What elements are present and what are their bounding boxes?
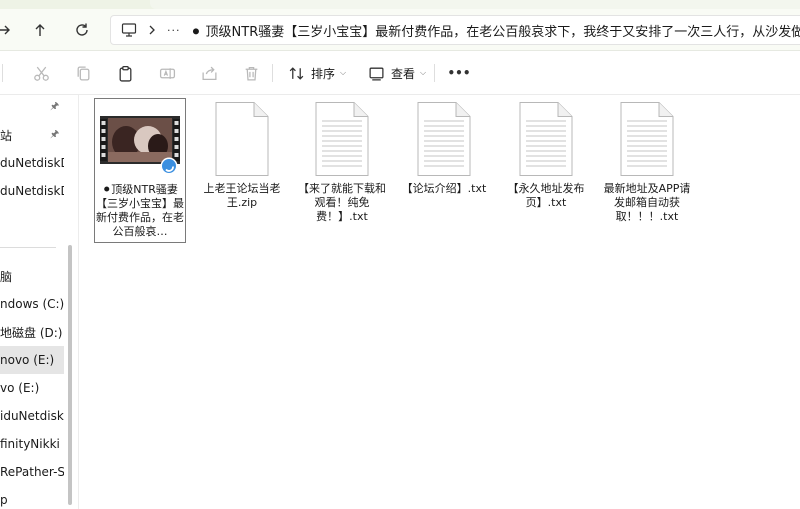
pin-icon: 🖈: [50, 128, 60, 140]
file-item-txt-latest[interactable]: 最新地址及APP请发邮箱自动获取！！！.txt: [601, 98, 693, 243]
sidebar-item-baidunetdisk-3[interactable]: iduNetdiskD: [0, 402, 64, 430]
sidebar-item-label: ndows (C:): [0, 297, 64, 311]
chevron-down-icon: ⌵: [340, 68, 347, 77]
sidebar-item-label: 地磁盘 (D:): [0, 325, 63, 340]
rename-button[interactable]: [156, 61, 178, 85]
pin-icon: 🖈: [50, 100, 60, 112]
copy-icon: [77, 65, 89, 81]
toolbar-divider: [2, 64, 3, 82]
delete-button[interactable]: [240, 61, 262, 85]
arrow-right-icon: [0, 25, 10, 35]
sidebar-item-drive-d[interactable]: 地磁盘 (D:): [0, 318, 64, 346]
file-name: 【来了就能下载和观看！纯免费！】.txt: [298, 182, 386, 223]
text-file-icon: [607, 98, 687, 180]
sidebar-item-site[interactable]: 站 🖈: [0, 121, 64, 149]
text-file-icon: [404, 98, 484, 180]
sidebar-item-label: duNetdiskDo: [0, 156, 64, 170]
sidebar-item-baidunetdisk-2[interactable]: duNetdiskDo: [0, 177, 64, 205]
file-name: 【论坛介绍】.txt: [401, 182, 487, 195]
sidebar-item-label: vo (E:): [0, 381, 40, 395]
sidebar-item-this-pc[interactable]: 脑: [0, 262, 64, 290]
sidebar-item-repather-sky[interactable]: RePather-Sky: [0, 458, 64, 486]
file-item-txt-download[interactable]: 【来了就能下载和观看！纯免费！】.txt: [296, 98, 388, 243]
sidebar-item-quick-access[interactable]: 🖈: [0, 93, 64, 121]
sort-icon: [289, 66, 304, 80]
sidebar-item-label: novo (E:): [0, 353, 55, 367]
file-name: 【永久地址发布页】.txt: [507, 182, 585, 209]
sidebar-item-label: iduNetdiskD: [0, 409, 64, 423]
chevron-right-icon[interactable]: [147, 24, 157, 36]
scissors-icon: [33, 66, 49, 81]
sidebar-scrollbar[interactable]: [68, 245, 72, 505]
file-name: 上老王论坛当老王.zip: [203, 182, 281, 209]
up-button[interactable]: [26, 18, 54, 42]
file-list[interactable]: ⚫顶级NTR骚妻【三岁小宝宝】最新付费作品，在老公百般哀… 上老王论坛当老王.z…: [80, 95, 800, 509]
sidebar-item-label: p: [0, 493, 8, 507]
sidebar-item-drive-c[interactable]: ndows (C:): [0, 290, 64, 318]
sidebar-item-label: duNetdiskDo: [0, 184, 64, 198]
forward-button[interactable]: [0, 18, 18, 42]
file-item-txt-intro[interactable]: 【论坛介绍】.txt: [398, 98, 490, 243]
file-name: ⚫顶级NTR骚妻【三岁小宝宝】最新付费作品，在老公百般哀…: [96, 183, 184, 238]
video-thumbnail: [100, 99, 180, 181]
view-icon: [369, 67, 384, 81]
cut-button[interactable]: [30, 61, 52, 85]
file-item-video[interactable]: ⚫顶级NTR骚妻【三岁小宝宝】最新付费作品，在老公百般哀…: [94, 98, 186, 243]
current-path[interactable]: ⚫ 顶级NTR骚妻【三岁小宝宝】最新付费作品，在老公百般哀求下，我终于又安排了一…: [191, 21, 800, 40]
paste-button[interactable]: [114, 61, 136, 85]
clipboard-icon: [119, 65, 131, 82]
sidebar-item-label: finityNikki La: [0, 437, 64, 451]
share-icon: [201, 66, 217, 80]
computer-icon[interactable]: [121, 23, 137, 37]
address-bar[interactable]: ··· ⚫ 顶级NTR骚妻【三岁小宝宝】最新付费作品，在老公百般哀求下，我终于又…: [110, 15, 800, 45]
more-options-button[interactable]: •••: [448, 61, 471, 85]
command-bar: 排序 ⌵ 查看 ⌵ •••: [0, 51, 800, 95]
file-icon: [202, 98, 282, 180]
text-file-icon: [302, 98, 382, 180]
active-tab-edge[interactable]: [150, 0, 800, 9]
sidebar-item-infinity-nikki[interactable]: finityNikki La: [0, 430, 64, 458]
sidebar-divider: [0, 247, 56, 248]
sidebar-item-label: 脑: [0, 269, 13, 284]
chevron-down-icon: ⌵: [420, 68, 427, 77]
arrow-up-icon: [35, 24, 45, 36]
sidebar-item-baidunetdisk-1[interactable]: duNetdiskDo: [0, 149, 64, 177]
tab-strip: [0, 0, 800, 9]
view-label: 查看: [391, 66, 416, 81]
path-overflow-icon[interactable]: ···: [167, 24, 181, 37]
file-name: 最新地址及APP请发邮箱自动获取！！！.txt: [603, 182, 691, 223]
sidebar-item-label: RePather-Sky: [0, 465, 64, 479]
sidebar-item-more[interactable]: p: [0, 486, 64, 509]
app-badge-icon: [160, 157, 178, 175]
toolbar-divider: [272, 64, 273, 82]
file-item-txt-address[interactable]: 【永久地址发布页】.txt: [500, 98, 592, 243]
toolbar-divider: [434, 64, 435, 82]
trash-icon: [245, 66, 257, 81]
file-item-zip[interactable]: 上老王论坛当老王.zip: [196, 98, 288, 243]
share-button[interactable]: [198, 61, 220, 85]
refresh-icon: [76, 23, 88, 36]
sidebar-item-drive-e-alt[interactable]: vo (E:): [0, 374, 64, 402]
navigation-pane: 🖈 站 🖈 duNetdiskDo duNetdiskDo 脑 ndows (C…: [0, 95, 79, 509]
copy-button[interactable]: [72, 61, 94, 85]
sidebar-item-label: 站: [0, 128, 13, 143]
view-button[interactable]: 查看 ⌵: [368, 61, 426, 85]
navigation-bar: ··· ⚫ 顶级NTR骚妻【三岁小宝宝】最新付费作品，在老公百般哀求下，我终于又…: [0, 9, 800, 51]
sort-label: 排序: [311, 66, 336, 81]
sort-button[interactable]: 排序 ⌵: [288, 61, 346, 85]
rename-icon: [159, 67, 175, 79]
sidebar-item-drive-e[interactable]: novo (E:): [0, 346, 64, 374]
text-file-icon: [506, 98, 586, 180]
refresh-button[interactable]: [68, 18, 96, 42]
